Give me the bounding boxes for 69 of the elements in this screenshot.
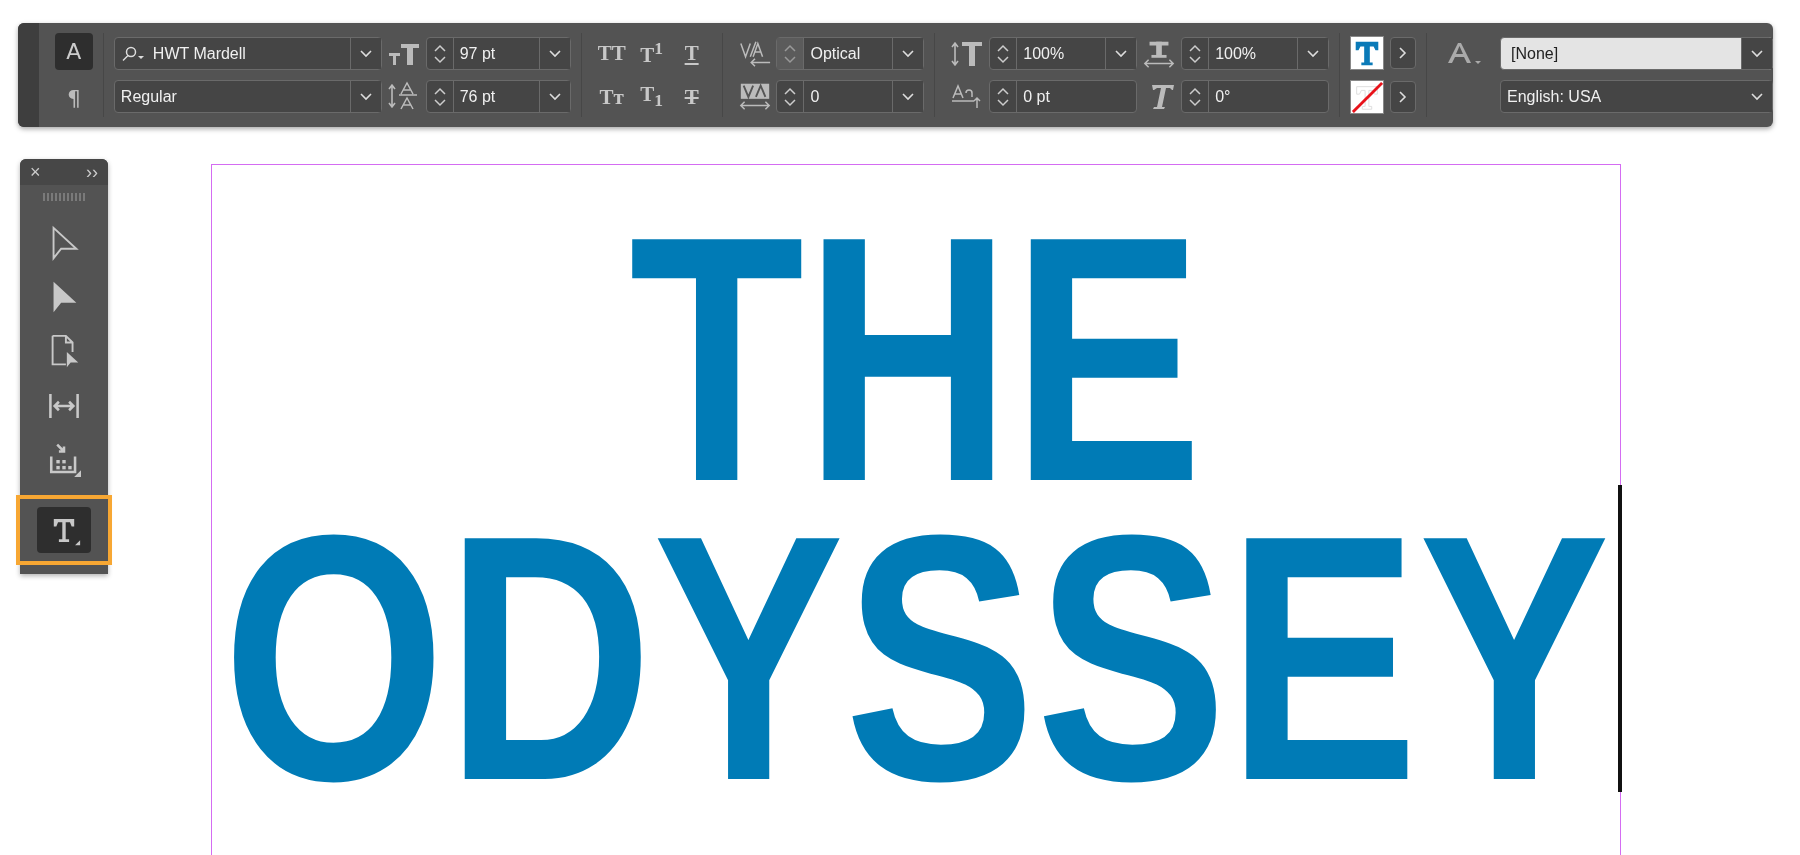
font-style-dropdown[interactable]: Regular — [113, 80, 382, 113]
content-collector-icon — [47, 441, 81, 479]
chevron-down-icon — [902, 49, 915, 58]
expand-button[interactable] — [1390, 81, 1417, 113]
language-value: English: USA — [1506, 87, 1603, 106]
expand-button[interactable] — [1390, 37, 1417, 69]
character-style-dropdown[interactable]: [None] — [1500, 37, 1773, 70]
stepper-icon — [1189, 43, 1202, 64]
skew-value: 0° — [1214, 87, 1232, 106]
stroke-swatch[interactable] — [1350, 80, 1385, 114]
stepper-icon — [784, 43, 797, 64]
type-style-button[interactable]: TT — [591, 35, 632, 71]
type-style-button[interactable]: T — [671, 79, 712, 115]
font-family-dropdown[interactable]: HWT Mardell — [113, 37, 382, 70]
language-dropdown[interactable]: English: USA — [1500, 80, 1773, 113]
tracking-icon — [737, 81, 772, 111]
chevron-right-icon — [1399, 47, 1408, 59]
font-size-field[interactable]: 97 pt — [425, 37, 571, 70]
font-size-value: 97 pt — [458, 44, 497, 63]
horizontal-scale-value: 100% — [1214, 44, 1258, 63]
tool-button[interactable] — [16, 495, 112, 565]
horizontal-scale-field[interactable]: 100% — [1181, 37, 1330, 70]
font-style-value: Regular — [119, 87, 178, 106]
expand-panel-button[interactable]: ›› — [86, 161, 98, 183]
grip-icon — [42, 193, 86, 201]
stepper-icon — [1189, 86, 1202, 107]
chevron-down-icon — [1751, 92, 1763, 101]
search-icon — [120, 45, 147, 62]
stepper-icon — [433, 43, 446, 64]
kerning-field[interactable]: Optical — [776, 37, 925, 70]
type-style-button[interactable]: T$_{1}$ — [631, 79, 672, 115]
vertical-scale-field[interactable]: 100% — [989, 37, 1138, 70]
vertical-scale-value: 100% — [1022, 44, 1066, 63]
tracking-value: 0 — [809, 87, 821, 106]
fill-swatch[interactable] — [1350, 36, 1385, 70]
horizontal-scale-icon — [1142, 39, 1177, 69]
type-style-button[interactable]: Tᴛ — [591, 79, 632, 115]
headline-text: ODYSSEY — [222, 508, 1610, 807]
chevron-down-icon — [548, 49, 561, 58]
baseline-shift-field[interactable]: 0 pt — [989, 80, 1138, 113]
tracking-field[interactable]: 0 — [776, 80, 925, 113]
mode-button[interactable]: ¶ — [54, 80, 93, 117]
stepper-icon — [433, 86, 446, 107]
character-style-value: [None] — [1510, 44, 1560, 63]
chevron-down-icon — [359, 92, 372, 101]
stepper-icon — [784, 86, 797, 107]
type-style-button[interactable]: T$^{1}$ — [631, 35, 672, 71]
chevron-down-icon — [359, 49, 372, 58]
leading-field[interactable]: 76 pt — [425, 80, 571, 113]
chevron-down-icon — [1751, 49, 1763, 58]
chevron-down-icon — [1115, 49, 1128, 58]
stepper-icon — [997, 43, 1010, 64]
kerning-value: Optical — [809, 44, 862, 63]
mode-button[interactable]: A — [54, 33, 93, 70]
font-family-value: HWT Mardell — [151, 44, 247, 63]
chevron-down-icon — [1307, 49, 1320, 58]
chevron-down-icon — [548, 92, 561, 101]
close-button[interactable]: × — [30, 161, 41, 183]
stepper-icon — [997, 86, 1010, 107]
baseline-shift-value: 0 pt — [1022, 87, 1051, 106]
vertical-scale-icon — [950, 39, 985, 69]
kerning-icon — [737, 39, 772, 69]
type-style-button[interactable]: T — [671, 35, 712, 71]
chevron-down-icon — [902, 92, 915, 101]
leading-value: 76 pt — [458, 87, 497, 106]
headline-text: THE — [629, 209, 1203, 508]
panel-grip-strip[interactable] — [18, 23, 39, 127]
chevron-right-icon — [1399, 91, 1408, 103]
skew-field[interactable]: 0° — [1181, 80, 1330, 113]
